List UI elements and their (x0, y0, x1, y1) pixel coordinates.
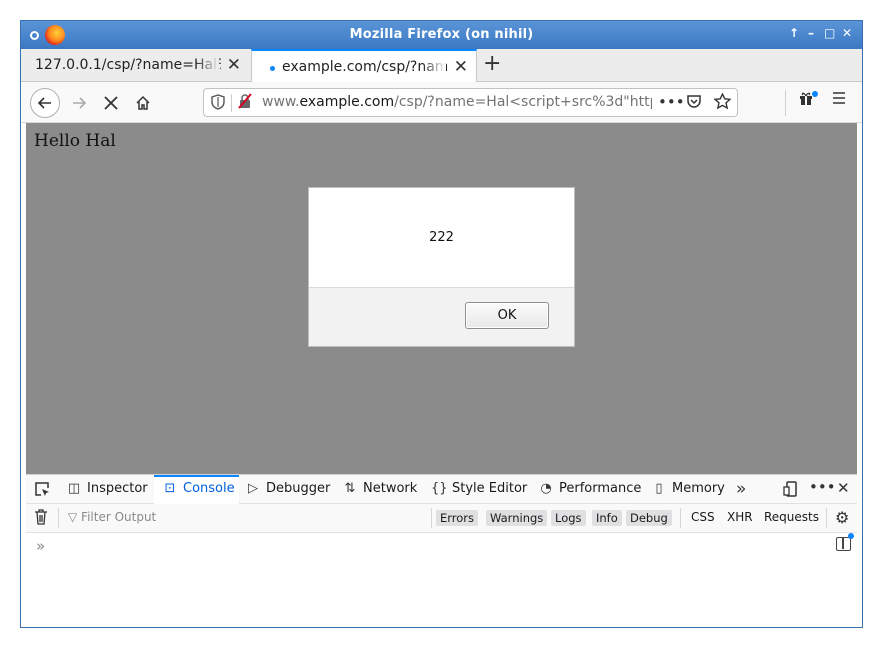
memory-icon: ▯ (655, 481, 663, 496)
window-maximize-icon[interactable]: □ (824, 26, 835, 40)
tab-label: 127.0.0.1/csp/?name=Hal%3 (35, 57, 221, 73)
filter-info-button[interactable]: Info (592, 510, 622, 526)
tab-close-icon[interactable]: ✕ (227, 55, 241, 75)
debugger-icon: ▷ (248, 481, 258, 496)
console-toolbar: ▽ Filter Output Errors Warnings Logs Inf… (26, 504, 857, 533)
home-button[interactable] (128, 88, 158, 118)
window-raise-icon[interactable]: ↑ (789, 26, 799, 40)
window-close-icon[interactable]: ✕ (842, 26, 852, 40)
tab-style-editor[interactable]: {} Style Editor (431, 475, 531, 504)
responsive-design-icon[interactable] (783, 481, 799, 501)
pocket-icon[interactable] (686, 93, 702, 113)
filter-funnel-icon: ▽ (68, 510, 82, 524)
devtools-close-icon[interactable]: ✕ (837, 479, 850, 497)
style-editor-icon: {} (431, 481, 448, 496)
new-tab-button[interactable]: + (483, 51, 501, 76)
back-button[interactable] (30, 88, 60, 118)
alert-dialog: 222 OK (308, 187, 575, 347)
forward-arrow-icon (73, 97, 87, 109)
devtools-options-menu-icon[interactable]: ••• (809, 478, 836, 496)
loading-dot-icon (270, 66, 275, 71)
ok-button[interactable]: OK (465, 302, 549, 329)
navigation-toolbar: www.example.com/csp/?name=Hal<script+src… (21, 82, 862, 123)
stop-icon (104, 96, 118, 110)
clear-console-trash-icon[interactable] (34, 509, 48, 529)
page-content: Hello Hal 222 OK (26, 123, 857, 474)
tab-strip: 127.0.0.1/csp/?name=Hal%3 ✕ example.com/… (21, 49, 862, 83)
tab-close-icon[interactable]: ✕ (454, 57, 468, 77)
tab-network[interactable]: ⇅ Network (342, 475, 422, 504)
tab-performance[interactable]: ◔ Performance (538, 475, 650, 504)
filter-warnings-button[interactable]: Warnings (486, 510, 548, 526)
url-text[interactable]: www.example.com/csp/?name=Hal<script+src… (262, 94, 652, 110)
more-tools-chevron-icon[interactable]: » (736, 479, 746, 499)
home-icon (136, 95, 150, 110)
filter-debug-button[interactable]: Debug (626, 510, 672, 526)
devtools-tabbar: ◫ Inspector ⊡ Console ▷ Debugger ⇅ Network {… (26, 475, 857, 504)
back-arrow-icon (37, 97, 51, 109)
page-heading: Hello Hal (34, 131, 116, 151)
title-bar: Mozilla Firefox (on nihil) ↑ – □ ✕ (21, 21, 862, 49)
firefox-window: Mozilla Firefox (on nihil) ↑ – □ ✕ 127.0… (20, 20, 863, 628)
split-console-sidebar-icon[interactable] (836, 537, 851, 551)
sidebar-badge (848, 533, 854, 539)
stop-button[interactable] (96, 88, 126, 118)
url-bar[interactable]: www.example.com/csp/?name=Hal<script+src… (203, 88, 738, 117)
tab-memory[interactable]: ▯ Memory (651, 475, 731, 504)
filter-css-button[interactable]: CSS (691, 510, 715, 524)
filter-requests-button[interactable]: Requests (764, 510, 819, 524)
console-input-prompt[interactable]: » (36, 537, 45, 555)
console-settings-gear-icon[interactable]: ⚙ (835, 508, 849, 527)
tab-console[interactable]: ⊡ Console (154, 475, 239, 504)
performance-icon: ◔ (540, 481, 552, 496)
tab-example-com[interactable]: example.com/csp/?name= ✕ (251, 49, 477, 83)
devtools-panel: ◫ Inspector ⊡ Console ▷ Debugger ⇅ Network {… (26, 474, 857, 627)
notification-badge (812, 91, 818, 97)
window-minimize-icon[interactable]: – (808, 26, 814, 40)
hamburger-menu-icon[interactable] (831, 90, 847, 111)
inspector-icon: ◫ (67, 481, 81, 496)
tab-inspector[interactable]: ◫ Inspector (66, 475, 154, 504)
tab-debugger[interactable]: ▷ Debugger (245, 475, 337, 504)
forward-button[interactable] (64, 88, 94, 118)
filter-errors-button[interactable]: Errors (436, 510, 479, 526)
filter-output-input[interactable]: ▽ Filter Output (68, 510, 156, 524)
filter-logs-button[interactable]: Logs (551, 510, 586, 526)
console-icon: ⊡ (164, 481, 176, 496)
alert-message: 222 (429, 230, 454, 245)
filter-xhr-button[interactable]: XHR (727, 510, 753, 524)
tab-127-0-0-1[interactable]: 127.0.0.1/csp/?name=Hal%3 ✕ (27, 49, 249, 82)
window-title: Mozilla Firefox (on nihil) (349, 27, 534, 42)
bookmark-star-icon[interactable] (713, 92, 732, 114)
network-icon: ⇅ (344, 481, 356, 496)
insecure-lock-icon[interactable] (237, 93, 253, 113)
element-picker-icon[interactable] (34, 481, 50, 501)
tracking-protection-shield-icon[interactable] (211, 94, 225, 114)
page-actions-menu-button[interactable]: ••• (658, 93, 685, 111)
